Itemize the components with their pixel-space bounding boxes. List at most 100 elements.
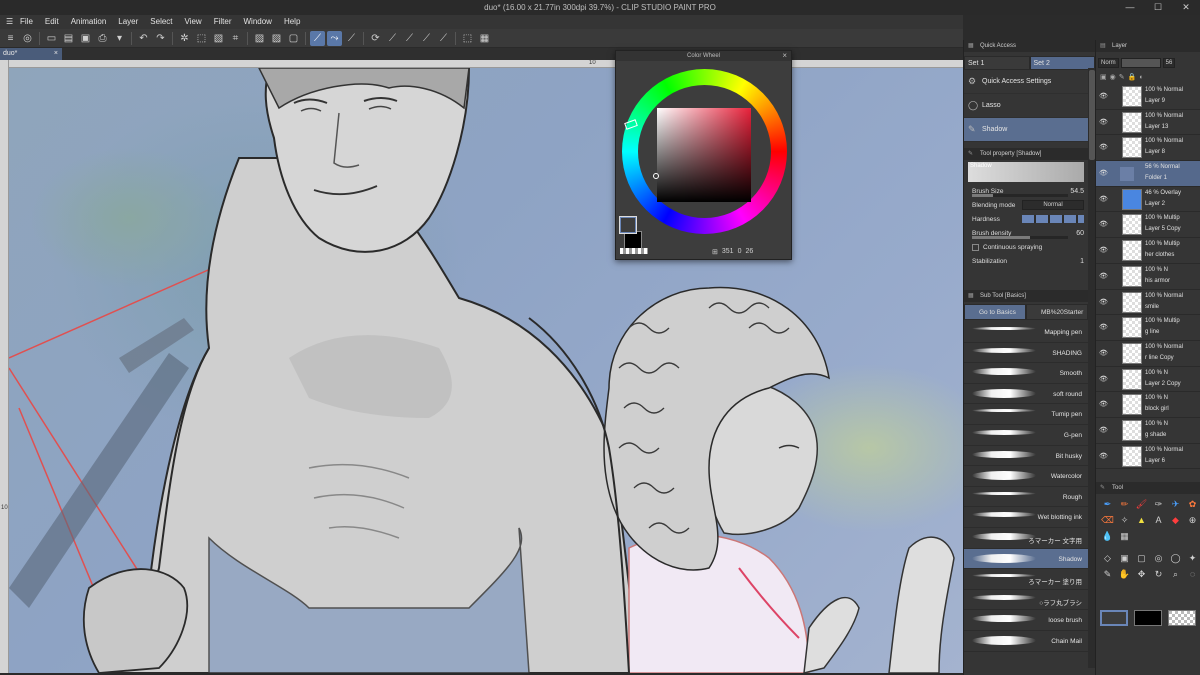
eye-icon[interactable]: 👁 xyxy=(1099,298,1108,306)
stabilization-value[interactable]: 1 xyxy=(1080,258,1084,265)
opacity-slider[interactable] xyxy=(1120,58,1161,68)
maximize-button[interactable]: ☐ xyxy=(1144,0,1172,15)
set-1-tab[interactable]: Set 1 xyxy=(964,56,1030,70)
brush-item[interactable]: ろマーカー 塗り用 xyxy=(964,569,1088,590)
brush-size-value[interactable]: 54.5 xyxy=(1070,188,1084,195)
hardness-selector[interactable] xyxy=(1022,215,1084,223)
magnify-tool-icon[interactable]: ⌕ xyxy=(1168,567,1183,581)
brush-item[interactable]: Rough xyxy=(964,487,1088,508)
grid-snap-icon[interactable]: ⟋ xyxy=(344,31,359,46)
draft-icon[interactable]: ✎ xyxy=(1119,73,1125,81)
minimize-button[interactable]: — xyxy=(1116,0,1144,15)
close-button[interactable]: ✕ xyxy=(1172,0,1200,15)
select-all-icon[interactable]: ⬚ xyxy=(194,31,209,46)
eye-icon[interactable]: 👁 xyxy=(1099,220,1108,228)
pencil-tool-icon[interactable]: ✏ xyxy=(1117,497,1132,511)
eye-icon[interactable]: 👁 xyxy=(1099,375,1108,383)
lasso-tool-icon[interactable]: ◯ xyxy=(1168,551,1183,565)
layer-row[interactable]: 👁 100 % Normal Layer 9 xyxy=(1096,84,1200,110)
pen-d-icon[interactable]: ⟋ xyxy=(436,31,451,46)
menu-layer[interactable]: Layer xyxy=(112,15,144,29)
sub-tool-header[interactable]: ▦ Sub Tool [Basics] xyxy=(964,290,1088,302)
invert-selection-icon[interactable]: ▧ xyxy=(211,31,226,46)
blend-tool-icon[interactable]: ✧ xyxy=(1117,513,1132,527)
move-tool-icon[interactable]: ◇ xyxy=(1100,551,1115,565)
menu-window[interactable]: Window xyxy=(238,15,278,29)
clip-studio-icon[interactable]: ◎ xyxy=(20,31,35,46)
tab-go-to-basics[interactable]: Go to Basics xyxy=(964,304,1026,320)
mask-icon[interactable]: ▢ xyxy=(286,31,301,46)
drawing-canvas[interactable] xyxy=(9,68,963,673)
layer-row[interactable]: 👁 100 % Multip her clothes xyxy=(1096,238,1200,264)
brush-size-slider[interactable] xyxy=(972,194,1068,197)
text-tool-icon[interactable]: A xyxy=(1151,513,1166,527)
layer-row[interactable]: 👁 100 % Normal smile xyxy=(1096,290,1200,316)
transparent-color-chip[interactable] xyxy=(1168,610,1196,626)
layer-row[interactable]: 👁 100 % N block girl xyxy=(1096,392,1200,418)
blend-mode-select[interactable]: Norm xyxy=(1098,58,1119,68)
quick-access-settings-item[interactable]: ⚙ Quick Access Settings xyxy=(964,70,1095,94)
menu-select[interactable]: Select xyxy=(144,15,178,29)
transparent-color-swatch[interactable] xyxy=(620,248,648,254)
tool-header[interactable]: ✎ Tool xyxy=(1096,482,1200,494)
eye-icon[interactable]: 👁 xyxy=(1099,143,1108,151)
quick-access-header[interactable]: ▦ Quick Access xyxy=(964,40,1095,52)
color-wheel-header[interactable]: Color Wheel × xyxy=(616,51,791,61)
layer-move-icon[interactable]: ▣ xyxy=(1117,551,1132,565)
fill-icon[interactable]: ▨ xyxy=(252,31,267,46)
panel-icon[interactable]: ▦ xyxy=(477,31,492,46)
brush-item[interactable]: Chain Mail xyxy=(964,631,1088,652)
undo-icon[interactable]: ↶ xyxy=(136,31,151,46)
document-tab[interactable]: duo* × xyxy=(0,48,62,60)
clip-icon[interactable]: ▣ xyxy=(1100,73,1107,81)
brush-item[interactable]: soft round xyxy=(964,384,1088,405)
hand-tool-icon[interactable]: ✋ xyxy=(1117,567,1132,581)
layer-row[interactable]: 👁 100 % Normal Layer 6 xyxy=(1096,444,1200,470)
layer-row[interactable]: 👁 100 % Normal Layer 8 xyxy=(1096,135,1200,162)
tool-property-header[interactable]: ✎ Tool property [Shadow] xyxy=(964,148,1088,160)
layer-row[interactable]: 👁 100 % N Layer 2 Copy xyxy=(1096,367,1200,393)
menu-filter[interactable]: Filter xyxy=(208,15,238,29)
zoom-tool-icon[interactable]: ✥ xyxy=(1134,567,1149,581)
blending-mode-select[interactable]: Normal xyxy=(1022,200,1084,210)
save-icon[interactable]: ▣ xyxy=(78,31,93,46)
layer-folder[interactable]: 👁 56 % Normal Folder 1 xyxy=(1096,161,1200,187)
pen-c-icon[interactable]: ⟋ xyxy=(419,31,434,46)
mask-icon[interactable]: ◐ xyxy=(1139,74,1143,81)
hsv-icon[interactable]: ⊞ xyxy=(712,248,718,256)
airbrush-tool-icon[interactable]: ✈ xyxy=(1168,497,1183,511)
layer-row[interactable]: 👁 100 % Normal Layer 13 xyxy=(1096,110,1200,136)
new-file-icon[interactable]: ▭ xyxy=(44,31,59,46)
sv-cursor[interactable] xyxy=(653,173,659,179)
ink-tool-icon[interactable]: ✑ xyxy=(1151,497,1166,511)
ruler-snap-icon[interactable]: ⟋ xyxy=(310,30,325,46)
stabilization-row[interactable]: Stabilization 1 xyxy=(964,254,1088,268)
main-color-chip[interactable] xyxy=(1100,610,1128,626)
object-tool-icon[interactable]: ◎ xyxy=(1151,551,1166,565)
ruler-tool-icon[interactable]: 💧 xyxy=(1100,529,1115,543)
brush-item[interactable]: Smooth xyxy=(964,363,1088,384)
eyedropper-tool-icon[interactable]: ✎ xyxy=(1100,567,1115,581)
eye-icon[interactable]: 👁 xyxy=(1099,323,1108,331)
eye-icon[interactable]: 👁 xyxy=(1099,118,1108,126)
balloon-tool-icon[interactable]: ◆ xyxy=(1168,513,1183,527)
brush-item[interactable]: Watercolor xyxy=(964,466,1088,487)
brush-item[interactable]: G-pen xyxy=(964,425,1088,446)
eraser-tool-icon[interactable]: ⌫ xyxy=(1100,513,1115,527)
layer-header[interactable]: ▤ Layer xyxy=(1096,40,1200,52)
main-color-swatch[interactable] xyxy=(619,216,637,234)
frame-icon[interactable]: ⬚ xyxy=(460,31,475,46)
close-tab-icon[interactable]: × xyxy=(54,48,58,60)
brush-item[interactable]: Mapping pen xyxy=(964,322,1088,343)
brush-item[interactable]: ○ラフ丸ブラシ xyxy=(964,590,1088,611)
decoration-tool-icon[interactable]: ✿ xyxy=(1185,497,1200,511)
pen-tool-icon[interactable]: ✒ xyxy=(1100,497,1115,511)
lasso-item[interactable]: ◯ Lasso xyxy=(964,94,1095,118)
hardness-row[interactable]: Hardness xyxy=(964,212,1088,226)
sub-color-chip[interactable] xyxy=(1134,610,1162,626)
lock-icon[interactable]: 🔒 xyxy=(1128,73,1137,81)
menu-grid-icon[interactable]: ☰ xyxy=(0,15,14,29)
reference-icon[interactable]: ◉ xyxy=(1110,73,1116,81)
brush-item[interactable]: Wet blotting ink xyxy=(964,507,1088,528)
layer-row[interactable]: 👁 46 % Overlay Layer 2 xyxy=(1096,187,1200,213)
